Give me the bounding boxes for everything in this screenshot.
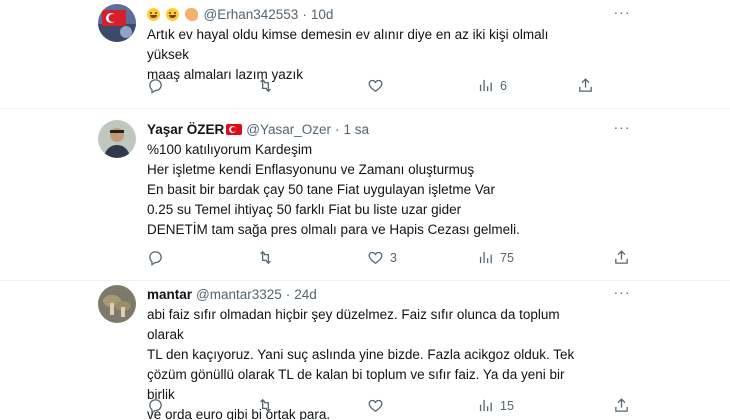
timestamp[interactable]: 1 sa bbox=[344, 122, 370, 137]
handle[interactable]: @Erhan342553 bbox=[204, 7, 299, 22]
retweet-icon bbox=[260, 398, 271, 413]
tweet-line: Artık ev hayal oldu kimse demesin ev alı… bbox=[147, 27, 549, 62]
views-button[interactable]: 6 bbox=[477, 77, 507, 94]
tweet-actions: 6 bbox=[147, 77, 637, 97]
tweet-line: TL den kaçıyoruz. Yani suç aslında yine … bbox=[147, 347, 575, 362]
share-button[interactable] bbox=[577, 77, 594, 94]
heart-icon bbox=[368, 251, 383, 264]
heart-icon bbox=[368, 399, 383, 412]
handle[interactable]: @mantar3325 bbox=[196, 287, 282, 302]
retweet-button[interactable] bbox=[257, 77, 280, 94]
tweet-line: abi faiz sıfır olmadan hiçbir şey düzelm… bbox=[147, 307, 560, 342]
share-icon bbox=[615, 398, 628, 412]
views-button[interactable]: 75 bbox=[477, 249, 514, 266]
views-chart-icon bbox=[479, 79, 492, 92]
handle[interactable]: @Yasar_Ozer bbox=[246, 122, 331, 137]
reply-button[interactable] bbox=[147, 397, 170, 414]
more-options-icon[interactable]: ··· bbox=[612, 4, 632, 20]
tweet-line: Her işletme kendi Enflasyonunu ve Zamanı… bbox=[147, 162, 475, 177]
more-options-icon[interactable]: ··· bbox=[612, 284, 632, 300]
turkish-flag-icon bbox=[226, 124, 243, 135]
views-count: 75 bbox=[500, 250, 514, 265]
divider bbox=[0, 108, 730, 109]
separator: · bbox=[335, 122, 340, 137]
avatar[interactable] bbox=[98, 120, 136, 158]
like-button[interactable]: 3 bbox=[367, 249, 397, 266]
tweet-line: %100 katılıyorum Kardeşim bbox=[147, 142, 313, 157]
tweet-header: @Erhan342553 · 10d bbox=[147, 7, 333, 22]
retweet-button[interactable] bbox=[257, 249, 280, 266]
reply-icon bbox=[149, 251, 162, 266]
more-options-icon[interactable]: ··· bbox=[612, 119, 632, 135]
retweet-button[interactable] bbox=[257, 397, 280, 414]
avatar[interactable] bbox=[98, 4, 136, 42]
reply-button[interactable] bbox=[147, 249, 170, 266]
retweet-icon bbox=[260, 250, 271, 265]
share-icon bbox=[579, 78, 592, 92]
divider bbox=[0, 280, 730, 281]
tweet-line: 0.25 su Temel ihtiyaç 50 farklı Fiat bu … bbox=[147, 202, 462, 217]
timestamp[interactable]: 24d bbox=[294, 287, 317, 302]
tweet-actions: 3 75 bbox=[147, 249, 637, 269]
grinning-face-icon bbox=[165, 8, 179, 21]
display-name[interactable]: Yaşar ÖZER bbox=[147, 122, 224, 137]
reply-icon bbox=[149, 399, 162, 414]
tweet-header: mantar @mantar3325 · 24d bbox=[147, 287, 317, 302]
avatar[interactable] bbox=[98, 285, 136, 323]
views-button[interactable]: 15 bbox=[477, 397, 514, 414]
like-button[interactable] bbox=[367, 397, 390, 414]
tweet-text: Artık ev hayal oldu kimse demesin ev alı… bbox=[147, 25, 587, 85]
like-count: 3 bbox=[390, 250, 397, 265]
share-button[interactable] bbox=[613, 249, 630, 266]
tweet-text: %100 katılıyorum Kardeşim Her işletme ke… bbox=[147, 140, 587, 240]
tweet-header: Yaşar ÖZER @Yasar_Ozer · 1 sa bbox=[147, 122, 369, 137]
share-icon bbox=[615, 250, 628, 264]
share-button[interactable] bbox=[613, 397, 630, 414]
reply-icon bbox=[149, 79, 162, 94]
timestamp[interactable]: 10d bbox=[311, 7, 334, 22]
reply-button[interactable] bbox=[147, 77, 170, 94]
separator: · bbox=[285, 287, 291, 302]
like-button[interactable] bbox=[367, 77, 390, 94]
display-name[interactable]: mantar bbox=[147, 287, 192, 302]
ear-icon bbox=[184, 8, 198, 21]
views-chart-icon bbox=[479, 399, 492, 412]
tweet-line: En basit bir bardak çay 50 tane Fiat uyg… bbox=[147, 182, 495, 197]
views-count: 15 bbox=[500, 398, 514, 413]
grinning-face-icon bbox=[147, 8, 160, 21]
views-count: 6 bbox=[500, 78, 507, 93]
tweet-line: DENETİM tam sağa pres olmalı para ve Hap… bbox=[147, 222, 520, 237]
tweet-actions: 15 bbox=[147, 397, 637, 417]
display-name-emojis bbox=[147, 7, 200, 22]
heart-icon bbox=[368, 79, 383, 92]
retweet-icon bbox=[260, 78, 271, 93]
separator: · bbox=[302, 7, 307, 22]
views-chart-icon bbox=[479, 251, 492, 264]
